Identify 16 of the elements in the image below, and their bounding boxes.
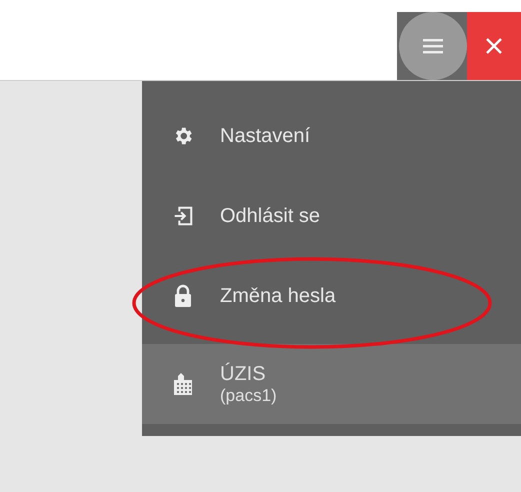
menu-item[interactable]: Nastavení [142,96,521,176]
building-icon [172,372,194,396]
menu-label: Změna hesla [220,284,336,308]
close-icon [484,36,504,56]
close-button[interactable] [467,12,521,80]
menu-label: Odhlásit se [220,204,320,228]
menu-button[interactable] [399,12,467,80]
menu-item[interactable]: Odhlásit se [142,176,521,256]
menu-item[interactable]: Změna hesla [142,256,521,336]
lock-icon [172,284,194,308]
sign-in-icon [172,205,194,227]
menu-icon [422,37,444,55]
menu-label: Nastavení [220,124,310,148]
organization-row[interactable]: ÚZIS (pacs1) [142,344,521,424]
organization-name: ÚZIS [220,362,267,386]
organization-code: (pacs1) [220,386,277,406]
